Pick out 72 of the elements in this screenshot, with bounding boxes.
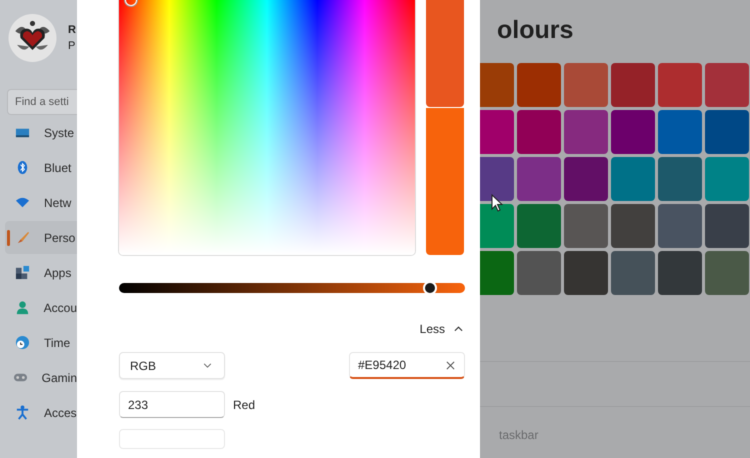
colour-swatch[interactable]: [705, 110, 749, 154]
clock-icon: [15, 335, 30, 350]
colour-swatch[interactable]: [480, 157, 514, 201]
nav-item[interactable]: Accou: [5, 291, 77, 324]
nav-label: Acces: [44, 406, 77, 420]
accessibility-icon: [15, 405, 30, 420]
colour-swatch[interactable]: [705, 251, 749, 295]
colour-swatch[interactable]: [564, 63, 608, 107]
colour-swatch[interactable]: [658, 110, 702, 154]
colour-swatch[interactable]: [564, 251, 608, 295]
colour-spectrum[interactable]: [119, 0, 415, 255]
colour-swatch[interactable]: [611, 63, 655, 107]
colour-swatch[interactable]: [705, 204, 749, 248]
channel-label: Red: [233, 398, 256, 412]
value-slider[interactable]: [119, 283, 465, 293]
less-button[interactable]: Less: [416, 320, 465, 338]
colour-swatch[interactable]: [480, 63, 514, 107]
chevron-up-icon: [454, 326, 463, 332]
colour-swatch[interactable]: [517, 157, 561, 201]
nav-label: Apps: [44, 266, 72, 280]
bluetooth-icon: [15, 160, 30, 175]
apps-icon: [15, 265, 30, 280]
user-subtitle: P: [68, 40, 76, 52]
colour-swatch[interactable]: [611, 157, 655, 201]
colour-swatch[interactable]: [611, 204, 655, 248]
user-name: R: [68, 24, 76, 36]
brush-icon: [15, 230, 30, 245]
nav-item[interactable]: Apps: [5, 256, 77, 289]
colour-swatch[interactable]: [517, 204, 561, 248]
colour-swatch[interactable]: [658, 63, 702, 107]
clear-button[interactable]: [444, 359, 457, 372]
slider-thumb[interactable]: [423, 281, 438, 295]
page-heading: olours: [496, 16, 574, 46]
colour-swatch[interactable]: [480, 251, 514, 295]
colour-swatch[interactable]: [658, 251, 702, 295]
channel-field[interactable]: 233: [119, 391, 225, 418]
colour-swatch[interactable]: [658, 204, 702, 248]
nav-label: Netw: [44, 196, 72, 210]
nav-item[interactable]: Netw: [5, 186, 77, 219]
nav-item[interactable]: Bluet: [5, 151, 77, 184]
colour-swatch[interactable]: [517, 251, 561, 295]
colour-swatch[interactable]: [480, 110, 514, 154]
nav-item[interactable]: Gamin: [5, 361, 77, 394]
colour-swatch[interactable]: [517, 110, 561, 154]
nav-label: Time: [44, 336, 70, 350]
nav-label: Syste: [44, 126, 74, 140]
colour-swatch[interactable]: [517, 63, 561, 107]
nav-item[interactable]: Acces: [5, 396, 77, 429]
person-icon: [14, 300, 30, 315]
nav-item[interactable]: Syste: [5, 116, 77, 149]
setting-label: taskbar: [499, 428, 540, 442]
colour-swatch[interactable]: [611, 110, 655, 154]
colour-swatch[interactable]: [611, 251, 655, 295]
colour-swatch[interactable]: [658, 157, 702, 201]
wifi-icon: [15, 195, 30, 210]
colour-swatch[interactable]: [480, 204, 514, 248]
colour-swatch[interactable]: [564, 157, 608, 201]
mode-dropdown[interactable]: RGB: [119, 352, 225, 379]
nav-item[interactable]: Perso: [5, 221, 77, 254]
colour-swatch[interactable]: [564, 110, 608, 154]
nav-label: Perso: [44, 230, 76, 244]
nav-label: Bluet: [44, 160, 72, 174]
nav-label: Gamin: [42, 370, 77, 384]
colour-swatch[interactable]: [705, 157, 749, 201]
colour-swatch[interactable]: [705, 63, 749, 107]
search-field[interactable]: Find a setti: [7, 89, 77, 115]
nav-item[interactable]: Time: [5, 326, 77, 359]
nav-label: Accou: [44, 300, 77, 314]
hex-field[interactable]: #E95420: [349, 352, 465, 379]
chevron-down-icon: [203, 363, 212, 368]
colour-swatch[interactable]: [564, 204, 608, 248]
mouse-pointer-icon: [491, 194, 503, 212]
